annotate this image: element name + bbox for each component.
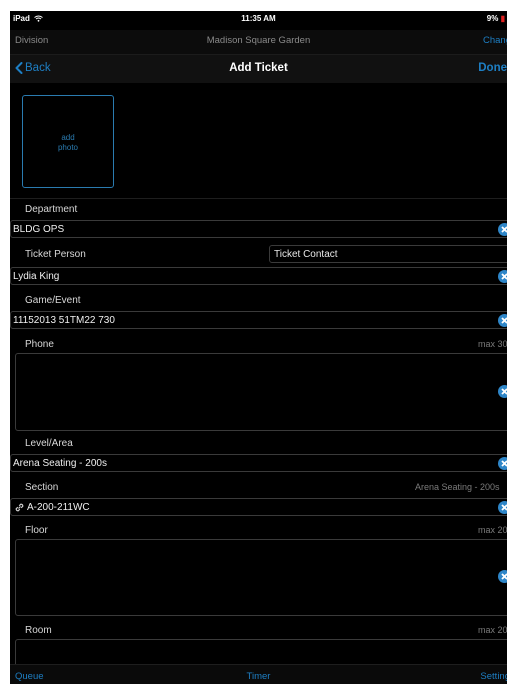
photo-area: add photo — [10, 84, 507, 198]
battery-indicator: 9% ▮ — [486, 14, 505, 23]
ipad-screen: iPad 11:35 AM 9% ▮ Division Madison Squa… — [10, 11, 507, 684]
close-icon — [501, 226, 507, 233]
clear-level-area-button[interactable] — [498, 457, 507, 470]
game-event-field[interactable]: 11152013 51TM22 730 — [10, 311, 507, 329]
clear-ticket-person-button[interactable] — [498, 270, 507, 283]
tab-settings[interactable]: Setting — [480, 671, 507, 682]
change-division-button[interactable]: Chang — [483, 35, 507, 46]
clear-floor-button[interactable] — [498, 570, 507, 583]
close-icon — [501, 317, 507, 324]
phone-label: Phone — [25, 339, 54, 350]
section-value: A-200-211WC — [27, 502, 90, 513]
level-area-field[interactable]: Arena Seating - 200s — [10, 454, 507, 472]
phone-max-hint: max 30 — [478, 339, 507, 349]
add-photo-button[interactable]: add photo — [22, 95, 114, 188]
clear-phone-button[interactable] — [498, 385, 507, 398]
close-icon — [501, 460, 507, 467]
ticket-person-field[interactable]: Lydia King — [10, 267, 507, 285]
close-icon — [501, 504, 507, 511]
close-icon — [501, 273, 507, 280]
level-area-label: Level/Area — [25, 438, 73, 449]
page-title: Add Ticket — [229, 62, 288, 74]
division-value: Madison Square Garden — [206, 35, 311, 46]
clear-department-button[interactable] — [498, 223, 507, 236]
close-icon — [501, 573, 507, 580]
section-hint: Arena Seating - 200s — [415, 482, 500, 492]
battery-icon: ▮ — [500, 14, 505, 23]
floor-max-hint: max 20 — [478, 525, 507, 535]
done-button[interactable]: Done — [478, 62, 507, 74]
link-icon — [15, 503, 24, 512]
ticket-person-label: Ticket Person — [25, 249, 86, 260]
room-max-hint: max 20 — [478, 625, 507, 635]
department-field[interactable]: BLDG OPS — [10, 220, 507, 238]
phone-textarea[interactable] — [15, 353, 507, 431]
ticket-contact-button[interactable]: Ticket Contact — [269, 245, 507, 263]
game-event-label: Game/Event — [25, 295, 81, 306]
floor-textarea[interactable] — [15, 539, 507, 616]
status-time: 11:35 AM — [241, 14, 276, 23]
nav-bar: Back Add Ticket Done — [10, 54, 507, 83]
section-label: Section — [25, 482, 59, 493]
clear-section-button[interactable] — [498, 501, 507, 514]
divider — [10, 198, 507, 199]
department-label: Department — [25, 204, 78, 215]
floor-label: Floor — [25, 525, 48, 536]
section-field[interactable]: A-200-211WC — [10, 498, 507, 516]
clear-game-event-button[interactable] — [498, 314, 507, 327]
room-label: Room — [25, 625, 52, 636]
tab-bar: Queue Timer Setting — [10, 664, 507, 684]
division-bar: Division Madison Square Garden Chang — [10, 30, 507, 54]
add-photo-label: add photo — [57, 133, 79, 152]
close-icon — [501, 388, 507, 395]
status-bar: iPad 11:35 AM 9% ▮ — [10, 11, 507, 29]
tab-timer[interactable]: Timer — [10, 671, 507, 682]
